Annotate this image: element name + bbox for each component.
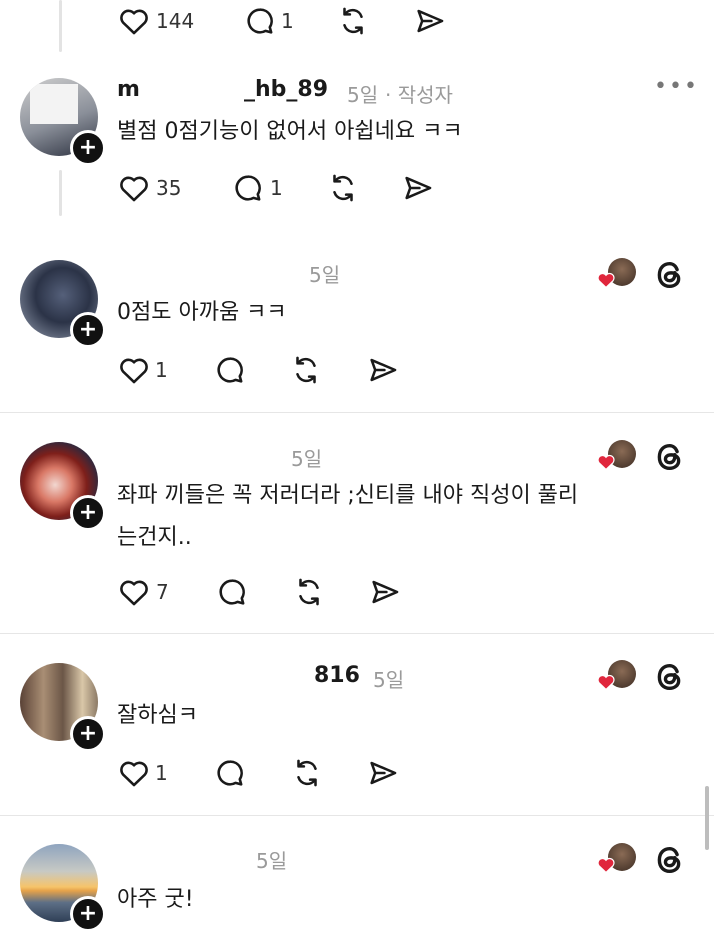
- reply-icon[interactable]: [215, 575, 249, 609]
- share-icon[interactable]: [401, 171, 435, 205]
- share-icon[interactable]: [366, 756, 400, 790]
- reply-count: 1: [270, 176, 283, 200]
- username[interactable]: 816: [314, 663, 360, 688]
- reply-icon[interactable]: [243, 4, 277, 38]
- repost-icon[interactable]: [336, 4, 370, 38]
- thread-line: [59, 170, 62, 216]
- reply-icon[interactable]: [213, 756, 247, 790]
- liked-by-author-icon: [596, 440, 640, 474]
- like-count: 1: [155, 358, 168, 382]
- like-icon[interactable]: [117, 4, 151, 38]
- reply-icon[interactable]: [231, 171, 265, 205]
- scrollbar[interactable]: [705, 786, 709, 850]
- divider: [0, 815, 714, 816]
- like-count: 35: [156, 176, 182, 200]
- author-badge: · 작성자: [385, 83, 453, 107]
- timestamp: 5일: [309, 263, 341, 287]
- username[interactable]: m: [117, 77, 140, 102]
- share-icon[interactable]: [413, 4, 447, 38]
- reply-icon[interactable]: [213, 353, 247, 387]
- thread-line: [59, 0, 62, 52]
- like-count: 7: [156, 580, 169, 604]
- like-count: 1: [155, 761, 168, 785]
- threads-icon[interactable]: [653, 843, 687, 877]
- username[interactable]: _hb_89: [244, 77, 328, 102]
- like-icon[interactable]: [117, 756, 151, 790]
- like-count: 144: [156, 9, 195, 33]
- timestamp: 5일: [373, 668, 405, 692]
- share-icon[interactable]: [368, 575, 402, 609]
- threads-icon[interactable]: [653, 258, 687, 292]
- share-icon[interactable]: [366, 353, 400, 387]
- like-icon[interactable]: [117, 353, 151, 387]
- comment-text: 잘하심ㅋ: [117, 703, 198, 728]
- follow-button[interactable]: +: [70, 495, 106, 531]
- liked-by-author-icon: [596, 258, 640, 292]
- repost-icon[interactable]: [289, 353, 323, 387]
- like-icon[interactable]: [117, 171, 151, 205]
- threads-icon[interactable]: [653, 660, 687, 694]
- repost-icon[interactable]: [290, 756, 324, 790]
- repost-icon[interactable]: [292, 575, 326, 609]
- avatar-redaction: [30, 84, 78, 124]
- like-icon[interactable]: [117, 575, 151, 609]
- timestamp: 5일: [291, 447, 323, 471]
- repost-icon[interactable]: [326, 171, 360, 205]
- follow-button[interactable]: +: [70, 716, 106, 752]
- comment-text: 별점 0점기능이 없어서 아쉽네요 ㅋㅋ: [117, 119, 463, 144]
- follow-button[interactable]: +: [70, 130, 106, 166]
- timestamp: 5일: [347, 83, 379, 107]
- liked-by-author-icon: [596, 660, 640, 694]
- timestamp: 5일: [256, 849, 288, 873]
- reply-count: 1: [281, 9, 294, 33]
- divider: [0, 633, 714, 634]
- threads-icon[interactable]: [653, 440, 687, 474]
- more-options-icon[interactable]: •••: [654, 74, 699, 99]
- follow-button[interactable]: +: [70, 896, 106, 932]
- comment-text: 좌파 끼들은 꼭 저러더라 ;신티를 내야 직성이 풀리: [117, 483, 579, 508]
- divider: [0, 412, 714, 413]
- comment-text: 0점도 아까움 ㅋㅋ: [117, 300, 287, 325]
- comment-text: 는건지..: [117, 525, 192, 550]
- liked-by-author-icon: [596, 843, 640, 877]
- follow-button[interactable]: +: [70, 312, 106, 348]
- comment-text: 아주 굿!: [117, 887, 194, 912]
